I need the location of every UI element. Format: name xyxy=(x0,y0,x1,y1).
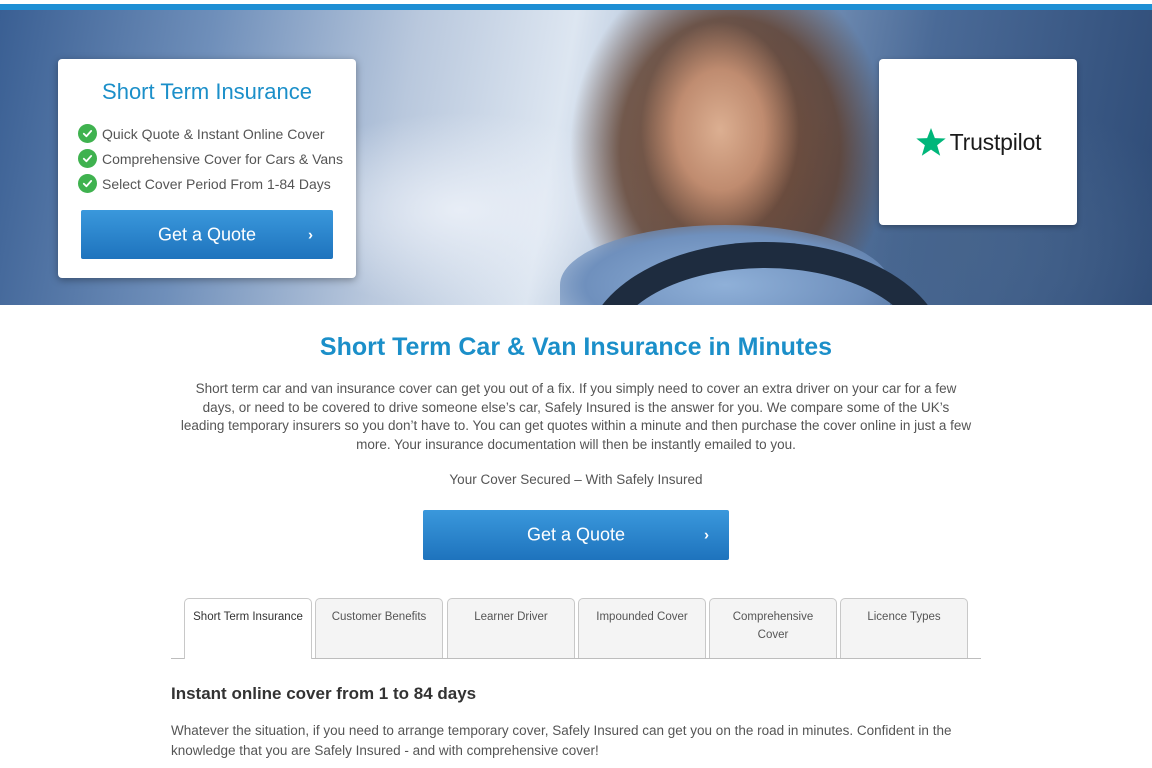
tab-licence-types[interactable]: Licence Types xyxy=(840,598,968,658)
check-icon xyxy=(78,174,97,193)
promo-card: Short Term Insurance Quick Quote & Insta… xyxy=(58,59,356,278)
page-title: Short Term Car & Van Insurance in Minute… xyxy=(319,333,833,361)
get-quote-button-hero[interactable]: Get a Quote › xyxy=(81,210,333,259)
get-quote-label: Get a Quote xyxy=(526,524,626,545)
feature-label: Comprehensive Cover for Cars & Vans xyxy=(102,150,343,167)
chevron-right-icon: › xyxy=(704,526,709,544)
trustpilot-wordmark: Trustpilot xyxy=(949,128,1042,155)
tagline: Your Cover Secured – With Safely Insured xyxy=(449,472,703,487)
star-icon xyxy=(915,128,946,156)
trustpilot-card[interactable]: Trustpilot xyxy=(879,59,1077,225)
feature-item: Select Cover Period From 1-84 Days xyxy=(78,171,343,196)
tab-comprehensive-cover[interactable]: Comprehensive Cover xyxy=(709,598,837,658)
hero-banner: Short Term Insurance Quick Quote & Insta… xyxy=(0,4,1152,305)
feature-label: Quick Quote & Instant Online Cover xyxy=(102,125,325,142)
tab-content-heading: Instant online cover from 1 to 84 days xyxy=(171,684,477,703)
tab-learner-driver[interactable]: Learner Driver xyxy=(447,598,575,658)
intro-paragraph: Short term car and van insurance cover c… xyxy=(180,381,972,452)
trustpilot-logo: Trustpilot xyxy=(915,126,1042,158)
tab-short-term-insurance[interactable]: Short Term Insurance xyxy=(184,598,312,659)
info-tabs: Short Term Insurance Customer Benefits L… xyxy=(171,598,981,659)
feature-item: Quick Quote & Instant Online Cover xyxy=(78,121,343,146)
feature-list: Quick Quote & Instant Online Cover Compr… xyxy=(78,121,343,196)
feature-item: Comprehensive Cover for Cars & Vans xyxy=(78,146,343,171)
check-icon xyxy=(78,124,97,143)
feature-label: Select Cover Period From 1-84 Days xyxy=(102,175,331,192)
check-icon xyxy=(78,149,97,168)
tab-customer-benefits[interactable]: Customer Benefits xyxy=(315,598,443,658)
promo-title: Short Term Insurance xyxy=(102,79,312,104)
get-quote-button-main[interactable]: Get a Quote › xyxy=(423,510,729,560)
tab-impounded-cover[interactable]: Impounded Cover xyxy=(578,598,706,658)
get-quote-label: Get a Quote xyxy=(157,224,257,244)
tab-content-body: Whatever the situation, if you need to a… xyxy=(171,723,952,758)
chevron-right-icon: › xyxy=(308,226,313,243)
